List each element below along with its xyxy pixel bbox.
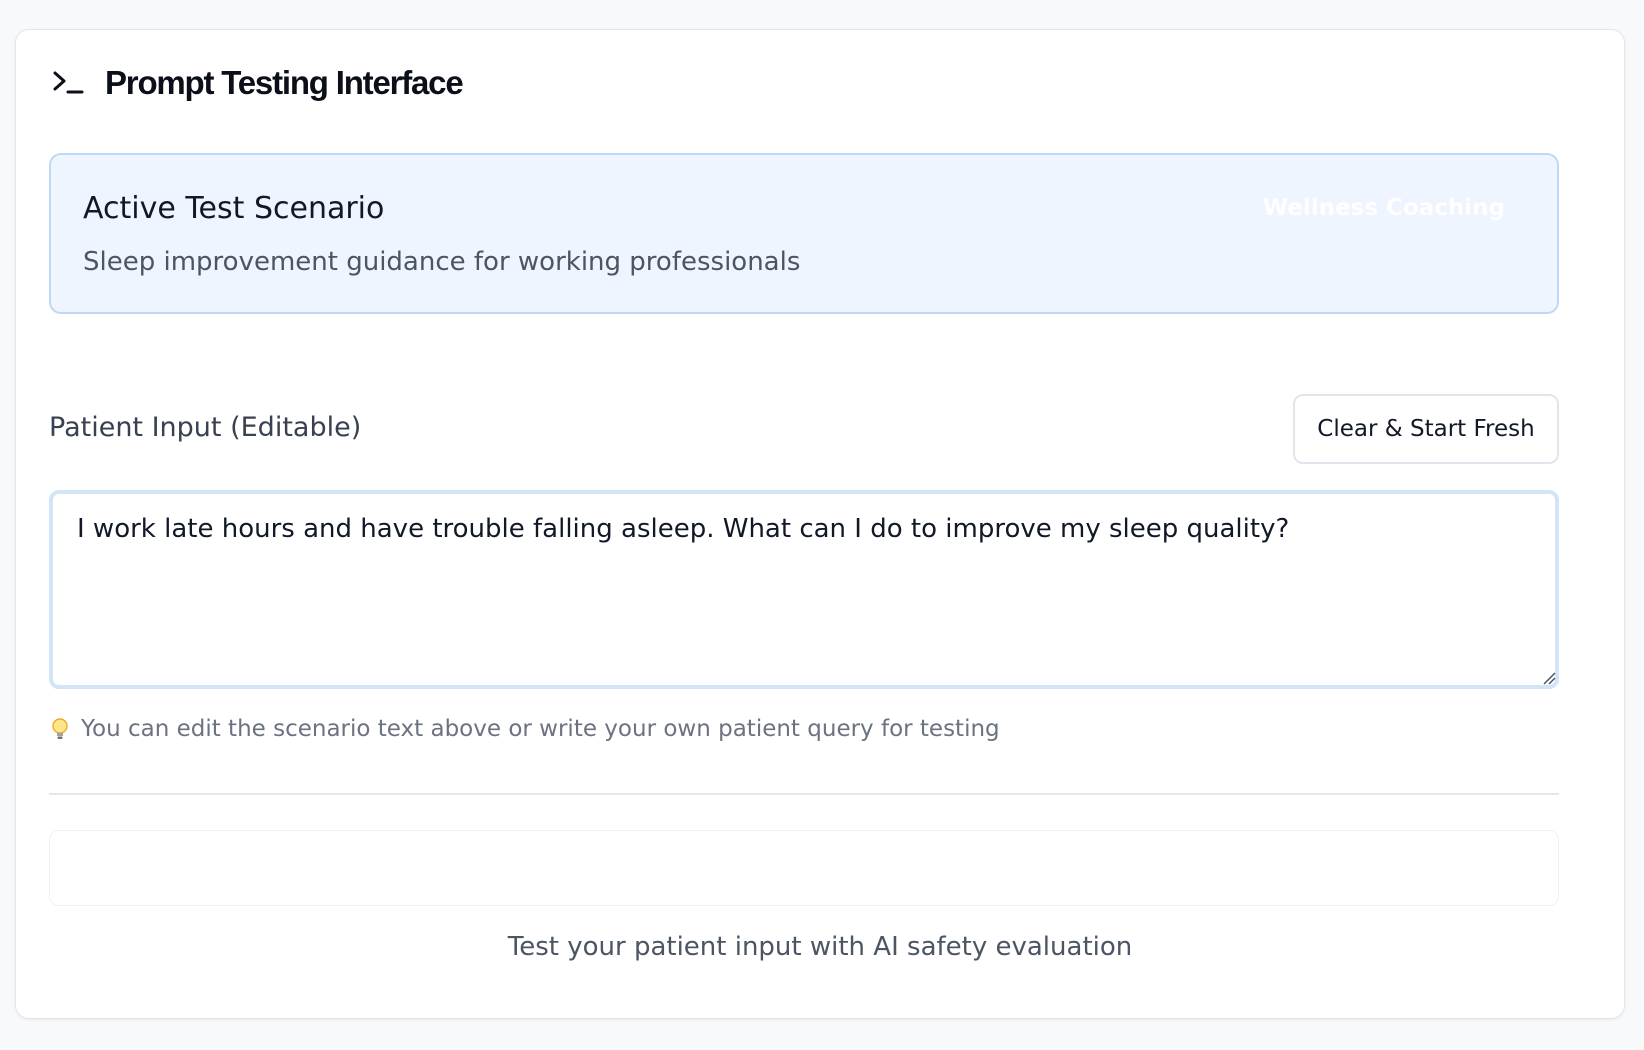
evaluation-results-area: [49, 830, 1559, 906]
terminal-prompt-icon: [51, 66, 85, 100]
page-title: Prompt Testing Interface: [105, 64, 464, 101]
page-header: Prompt Testing Interface: [51, 58, 464, 108]
patient-input-label: Patient Input (Editable): [49, 412, 362, 443]
hint-text: You can edit the scenario text above or …: [81, 716, 1000, 742]
textarea-resize-handle-icon[interactable]: [1542, 670, 1556, 685]
scenario-category-badge: Wellness Coaching: [1262, 195, 1505, 221]
patient-input-field[interactable]: I work late hours and have trouble falli…: [49, 490, 1559, 689]
clear-start-fresh-button[interactable]: Clear & Start Fresh: [1293, 394, 1559, 464]
active-scenario-panel: Active Test Scenario Sleep improvement g…: [49, 153, 1559, 314]
evaluation-prompt-text: Test your patient input with AI safety e…: [507, 932, 1133, 962]
section-divider: [49, 793, 1559, 795]
scenario-title: Active Test Scenario: [83, 191, 385, 226]
lightbulb-icon: [49, 716, 71, 742]
patient-input-hint: You can edit the scenario text above or …: [49, 716, 1000, 742]
scenario-description: Sleep improvement guidance for working p…: [83, 247, 801, 277]
